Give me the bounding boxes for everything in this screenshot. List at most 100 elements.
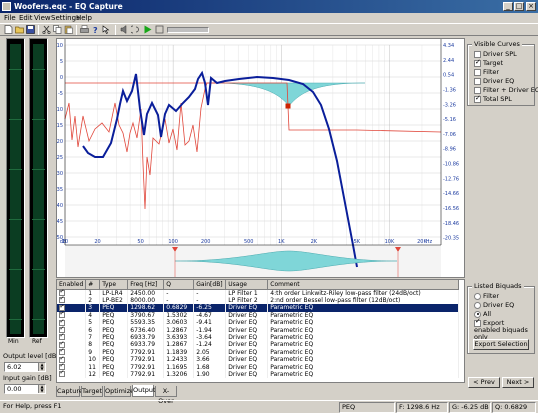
- menu-edit[interactable]: Edit: [19, 13, 33, 23]
- freq-cell: 2450.00: [127, 289, 165, 297]
- table-row[interactable]: 12PEQ7792.911.32061.90Driver EQParametri…: [57, 369, 459, 379]
- table-header-row: Enabled # Type Freq [Hz] Q Gain[dB] Usag…: [57, 280, 459, 290]
- gain-cell: 1.68: [193, 363, 227, 371]
- table-row[interactable]: 7PEQ6933.793.6393-3.64Driver EQParametri…: [57, 332, 459, 342]
- number-cell: 7: [85, 333, 101, 342]
- input-gain-stepper[interactable]: 0.00 ▲ ▼: [4, 384, 46, 394]
- usage-cell: Driver EQ: [225, 341, 269, 349]
- table-row[interactable]: 10PEQ7792.911.24333.66Driver EQParametri…: [57, 355, 459, 364]
- y-axis-right-tick-label: -14.66: [443, 191, 459, 197]
- table-row[interactable]: 6PEQ6736.401.2867-1.94Driver EQParametri…: [57, 325, 459, 334]
- x-axis-tick-label: 200: [201, 239, 211, 245]
- export-selection-button[interactable]: Export Selection: [473, 339, 529, 350]
- column-header-freq[interactable]: Freq [Hz]: [127, 280, 165, 290]
- table-row[interactable]: 5PEQ5593.353.0603-9.41Driver EQParametri…: [57, 318, 459, 327]
- menu-file[interactable]: File: [4, 13, 16, 23]
- curve-filter-label: Filter: [483, 68, 500, 76]
- play-icon[interactable]: [143, 25, 152, 34]
- speaker-icon[interactable]: [120, 25, 129, 34]
- menu-help[interactable]: Help: [76, 13, 92, 23]
- table-row[interactable]: 4PEQ3790.671.5302-4.67Driver EQParametri…: [57, 310, 459, 320]
- table-row[interactable]: 2LP-BE28000.00--LP Filter 22:nd order Be…: [57, 295, 459, 305]
- y-axis-right-tick-label: -5.16: [443, 117, 456, 123]
- open-folder-icon[interactable]: [15, 25, 24, 34]
- stop-icon[interactable]: [155, 25, 164, 34]
- type-cell: PEQ: [99, 348, 129, 357]
- column-header-gain[interactable]: Gain[dB]: [193, 280, 227, 290]
- output-level-stepper[interactable]: 6.02 ▲ ▼: [4, 362, 46, 372]
- table-row[interactable]: 9PEQ7792.911.18392.05Driver EQParametric…: [57, 347, 459, 357]
- x-axis-tick-label: 500: [244, 239, 254, 245]
- tab-capture[interactable]: Capture: [56, 386, 83, 397]
- menu-view[interactable]: View: [34, 13, 51, 23]
- new-file-icon[interactable]: [4, 25, 13, 34]
- spin-arrows-icon[interactable]: ▲ ▼: [38, 385, 45, 393]
- record-icon[interactable]: [131, 25, 140, 34]
- toolbar-separator: [115, 25, 116, 35]
- curve-driver-spl-label: Driver SPL: [483, 50, 517, 58]
- number-cell: 11: [85, 363, 101, 371]
- comment-cell: Parametric EQ: [267, 363, 459, 371]
- y-axis-right-tick-label: -1.36: [443, 87, 456, 93]
- save-icon[interactable]: [26, 25, 35, 34]
- level-meters: Min Ref: [2, 38, 52, 345]
- type-cell: PEQ: [99, 356, 129, 364]
- cut-icon[interactable]: [42, 25, 51, 34]
- column-header-comment[interactable]: Comment: [267, 280, 459, 290]
- help-icon[interactable]: ?: [91, 25, 100, 34]
- gain-cell: -: [193, 296, 227, 305]
- close-button[interactable]: ×: [526, 2, 536, 11]
- gain-cell: -1.94: [193, 326, 227, 334]
- table-row[interactable]: 8PEQ6933.791.2867-1.24Driver EQParametri…: [57, 340, 459, 349]
- tab-output[interactable]: Output: [132, 385, 156, 397]
- q-cell: -: [163, 289, 195, 297]
- usage-cell: Driver EQ: [225, 356, 269, 364]
- tab-target[interactable]: Target: [81, 386, 103, 397]
- x-axis-tick-label: 50: [137, 239, 143, 245]
- spin-arrows-icon[interactable]: ▲ ▼: [38, 363, 45, 371]
- minimize-button[interactable]: _: [503, 2, 513, 11]
- enabled-cell[interactable]: [57, 369, 87, 379]
- freq-cell: 7792.91: [127, 356, 165, 364]
- column-header-number[interactable]: #: [85, 280, 101, 290]
- playback-slider[interactable]: [167, 27, 209, 33]
- gain-cell: -: [193, 289, 227, 297]
- status-bar: For Help, press F1 PEQ F: 1298.6 Hz G: -…: [0, 400, 538, 413]
- column-header-usage[interactable]: Usage: [225, 280, 269, 290]
- comment-cell: Parametric EQ: [267, 370, 459, 379]
- y-axis-left-tick-label: 10: [57, 43, 63, 49]
- comment-cell: Parametric EQ: [267, 333, 459, 342]
- comment-cell: Parametric EQ: [267, 326, 459, 334]
- number-cell: 2: [85, 296, 101, 305]
- usage-cell: Driver EQ: [225, 319, 269, 327]
- export-enabled-checkbox[interactable]: Export enabled biquads only: [474, 318, 532, 341]
- tab-xover[interactable]: X-Over: [155, 386, 177, 405]
- curve-filter-checkbox[interactable]: Filter: [474, 68, 499, 76]
- table-row[interactable]: 11PEQ7792.911.16951.68Driver EQParametri…: [57, 362, 459, 371]
- table-row[interactable]: 3PEQ1298.620.6829-6.25Driver EQParametri…: [57, 303, 459, 312]
- graph-canvas[interactable]: 1050-5-10-15-20-25-30-35-40-45-50 4.342.…: [57, 39, 464, 277]
- y-axis-left-tick-label: -45: [57, 219, 63, 225]
- curve-target-checkbox[interactable]: Target: [474, 58, 503, 67]
- column-header-type[interactable]: Type: [99, 280, 129, 290]
- biquads-filter-radio[interactable]: Filter: [474, 292, 499, 300]
- prev-button[interactable]: < Prev: [468, 377, 500, 388]
- column-header-q[interactable]: Q: [163, 280, 195, 290]
- print-icon[interactable]: [80, 25, 89, 34]
- next-button[interactable]: Next >: [502, 377, 534, 388]
- freq-cell: 7792.91: [127, 363, 165, 371]
- paste-icon[interactable]: [64, 25, 73, 34]
- copy-icon[interactable]: [53, 25, 62, 34]
- tab-optimizer[interactable]: Optimizer: [104, 386, 137, 397]
- status-help-text: For Help, press F1: [3, 402, 62, 410]
- row-enabled-checkbox-icon[interactable]: [59, 369, 65, 378]
- curve-driver-eq-checkbox[interactable]: Driver EQ: [474, 77, 514, 85]
- biquads-driver-eq-radio[interactable]: Driver EQ: [474, 301, 514, 309]
- curve-total-spl-checkbox[interactable]: Total SPL: [474, 94, 512, 103]
- peq-marker[interactable]: [285, 103, 291, 109]
- context-help-icon[interactable]: [102, 25, 111, 34]
- maximize-button[interactable]: □: [514, 2, 524, 11]
- table-row[interactable]: 1LP-LR42450.00--LP Filter 14:th order Li…: [57, 288, 459, 297]
- frequency-response-graph[interactable]: 1050-5-10-15-20-25-30-35-40-45-50 4.342.…: [56, 38, 465, 278]
- curve-filter-driver-eq-checkbox[interactable]: Filter + Driver EQ: [474, 86, 538, 94]
